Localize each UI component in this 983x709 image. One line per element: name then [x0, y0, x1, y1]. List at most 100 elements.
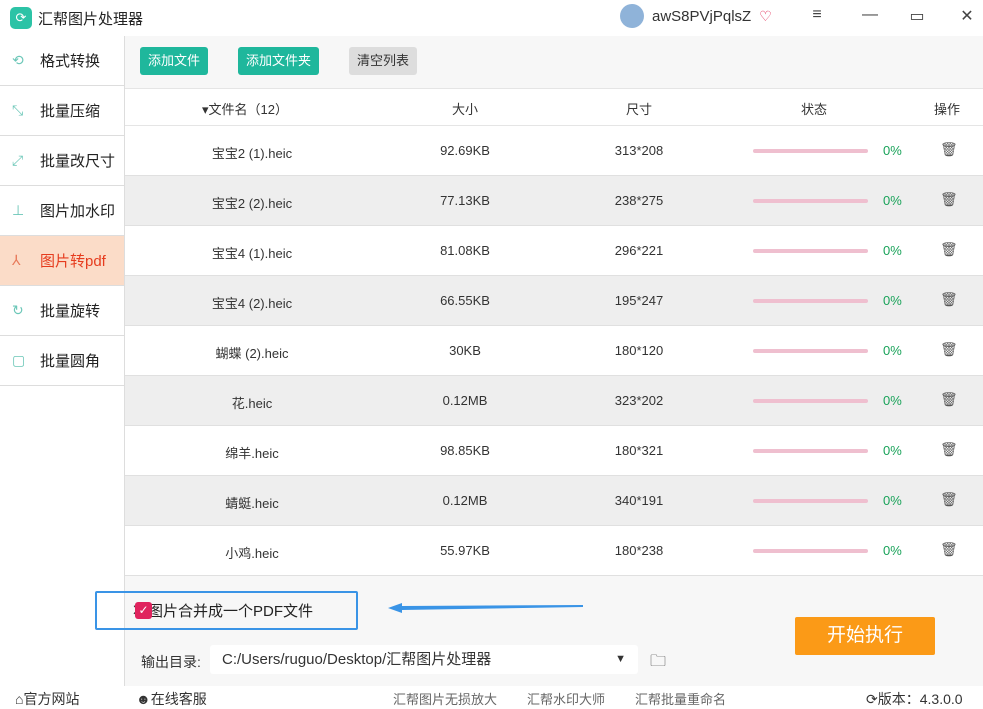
start-button[interactable]: 开始执行	[795, 617, 935, 655]
file-name: 宝宝2 (2).heic	[211, 196, 293, 211]
table-row[interactable]: 宝宝2 (1).heic 92.69KB 313*208 0% 🗑	[125, 126, 983, 176]
file-size: 55.97KB	[440, 543, 490, 558]
file-size: 0.12MB	[442, 393, 488, 408]
sidebar-item[interactable]: ⤢ 批量改尺寸	[0, 136, 124, 186]
file-dimensions: 180*321	[614, 443, 664, 458]
file-size: 77.13KB	[440, 193, 490, 208]
watermark-icon: ⊥	[12, 202, 25, 218]
file-dimensions: 195*247	[614, 293, 664, 308]
trash-icon[interactable]: 🗑	[940, 241, 958, 258]
trash-icon[interactable]: 🗑	[940, 491, 958, 508]
merge-label: 将图片合并成一个PDF文件	[133, 603, 314, 620]
file-dimensions: 323*202	[614, 393, 664, 408]
vip-icon: ♡	[759, 7, 772, 24]
file-name: 花.heic	[231, 396, 273, 411]
table-row[interactable]: 小鸡.heic 55.97KB 180*238 0% 🗑	[125, 526, 983, 576]
website-label: 官方网站	[23, 691, 80, 707]
folder-icon[interactable]: 🗀	[650, 650, 666, 677]
add-file-button[interactable]: 添加文件	[140, 47, 209, 75]
trash-icon[interactable]: 🗑	[940, 541, 958, 558]
sidebar-item-label: 批量旋转	[40, 303, 101, 320]
progress-percent: 0%	[883, 443, 902, 458]
table-row[interactable]: 蝴蝶 (2).heic 30KB 180*120 0% 🗑	[125, 326, 983, 376]
sidebar-item[interactable]: ⤡ 批量压缩	[0, 86, 124, 136]
file-size: 30KB	[449, 343, 481, 358]
progress-bar	[753, 349, 868, 353]
progress-percent: 0%	[883, 193, 902, 208]
sidebar-item[interactable]: ⊥ 图片加水印	[0, 186, 124, 236]
progress-percent: 0%	[883, 293, 902, 308]
trash-icon[interactable]: 🗑	[940, 291, 958, 308]
sidebar-item[interactable]: ▢ 批量圆角	[0, 336, 124, 386]
rotate-icon: ↻	[12, 302, 24, 318]
file-name: 小鸡.heic	[225, 546, 279, 561]
sidebar-item[interactable]: ↻ 批量旋转	[0, 286, 124, 336]
progress-percent: 0%	[883, 393, 902, 408]
link-upscale[interactable]: 汇帮图片无损放大	[393, 689, 497, 708]
clear-list-button[interactable]: 清空列表	[349, 47, 418, 75]
table-row[interactable]: 宝宝4 (2).heic 66.55KB 195*247 0% 🗑	[125, 276, 983, 326]
progress-percent: 0%	[883, 243, 902, 258]
merge-pdf-option[interactable]: ✓ 将图片合并成一个PDF文件	[95, 591, 358, 630]
output-path: C:/Users/ruguo/Desktop/汇帮图片处理器	[222, 651, 492, 668]
file-size: 81.08KB	[440, 243, 490, 258]
sidebar-item-label: 图片转pdf	[40, 253, 106, 270]
app-title: 汇帮图片处理器	[38, 10, 144, 28]
username: awS8PVjPqlsZ	[652, 7, 752, 25]
menu-icon[interactable]: ≡	[805, 6, 829, 24]
trash-icon[interactable]: 🗑	[940, 341, 958, 358]
title-bar: ⟳ 汇帮图片处理器	[0, 0, 983, 36]
version-label: 版本：4.3.0.0	[877, 691, 963, 707]
file-size: 98.85KB	[440, 443, 490, 458]
file-dimensions: 313*208	[614, 143, 664, 158]
file-name: 绵羊.heic	[225, 446, 279, 461]
footer: ⌂官方网站 ☻在线客服 汇帮图片无损放大 汇帮水印大师 汇帮批量重命名 ⟳版本：…	[0, 686, 983, 708]
table-row[interactable]: 宝宝2 (2).heic 77.13KB 238*275 0% 🗑	[125, 176, 983, 226]
file-dimensions: 180*120	[614, 343, 664, 358]
file-dimensions: 340*191	[614, 493, 664, 508]
version: ⟳版本：4.3.0.0	[866, 691, 963, 707]
link-rename[interactable]: 汇帮批量重命名	[635, 689, 726, 708]
trash-icon[interactable]: 🗑	[940, 441, 958, 458]
file-name: 宝宝4 (2).heic	[211, 296, 293, 311]
minimize-button[interactable]: —	[858, 6, 882, 24]
trash-icon[interactable]: 🗑	[940, 391, 958, 408]
file-size: 92.69KB	[440, 143, 490, 158]
progress-percent: 0%	[883, 343, 902, 358]
dropdown-icon: ▼	[615, 653, 626, 665]
compress-icon: ⤡	[12, 102, 24, 118]
header-dimensions: 尺寸	[625, 102, 653, 117]
sidebar: ⟲ 格式转换 ⤡ 批量压缩 ⤢ 批量改尺寸 ⊥ 图片加水印 ⅄ 图片转pdf ↻ 批量旋转 ▢ 批量圆角	[0, 36, 125, 686]
avatar	[620, 4, 644, 28]
trash-icon[interactable]: 🗑	[940, 141, 958, 158]
website-link[interactable]: ⌂官方网站	[15, 689, 79, 709]
convert-icon: ⟲	[12, 52, 24, 68]
table-row[interactable]: 花.heic 0.12MB 323*202 0% 🗑	[125, 376, 983, 426]
pdf-icon: ⅄	[12, 252, 21, 268]
header-status: 状态	[800, 102, 828, 117]
sidebar-item-label: 批量改尺寸	[40, 153, 116, 170]
sidebar-item[interactable]: ⟲ 格式转换	[0, 36, 124, 86]
table-header: ▾文件名（12） 大小 尺寸 状态 操作	[125, 88, 983, 126]
add-folder-button[interactable]: 添加文件夹	[238, 47, 320, 75]
progress-percent: 0%	[883, 543, 902, 558]
link-watermark[interactable]: 汇帮水印大师	[527, 689, 605, 708]
close-button[interactable]: ✕	[955, 6, 979, 26]
file-name: 蜻蜓.heic	[225, 496, 279, 511]
file-name: 宝宝4 (1).heic	[211, 246, 293, 261]
progress-bar	[753, 499, 868, 503]
progress-bar	[753, 399, 868, 403]
support-link[interactable]: ☻在线客服	[136, 689, 207, 709]
sidebar-item[interactable]: ⅄ 图片转pdf	[0, 236, 124, 286]
merge-checkbox[interactable]: ✓	[135, 602, 152, 619]
table-row[interactable]: 蜻蜓.heic 0.12MB 340*191 0% 🗑	[125, 476, 983, 526]
maximize-button[interactable]: ▭	[905, 6, 929, 26]
user-info[interactable]: awS8PVjPqlsZ ♡	[620, 4, 772, 28]
table-row[interactable]: 绵羊.heic 98.85KB 180*321 0% 🗑	[125, 426, 983, 476]
header-filename[interactable]: ▾文件名（12）	[202, 99, 288, 118]
output-path-select[interactable]: C:/Users/ruguo/Desktop/汇帮图片处理器 ▼	[210, 645, 638, 674]
trash-icon[interactable]: 🗑	[940, 191, 958, 208]
sidebar-item-label: 批量圆角	[40, 353, 101, 370]
table-row[interactable]: 宝宝4 (1).heic 81.08KB 296*221 0% 🗑	[125, 226, 983, 276]
progress-bar	[753, 249, 868, 253]
